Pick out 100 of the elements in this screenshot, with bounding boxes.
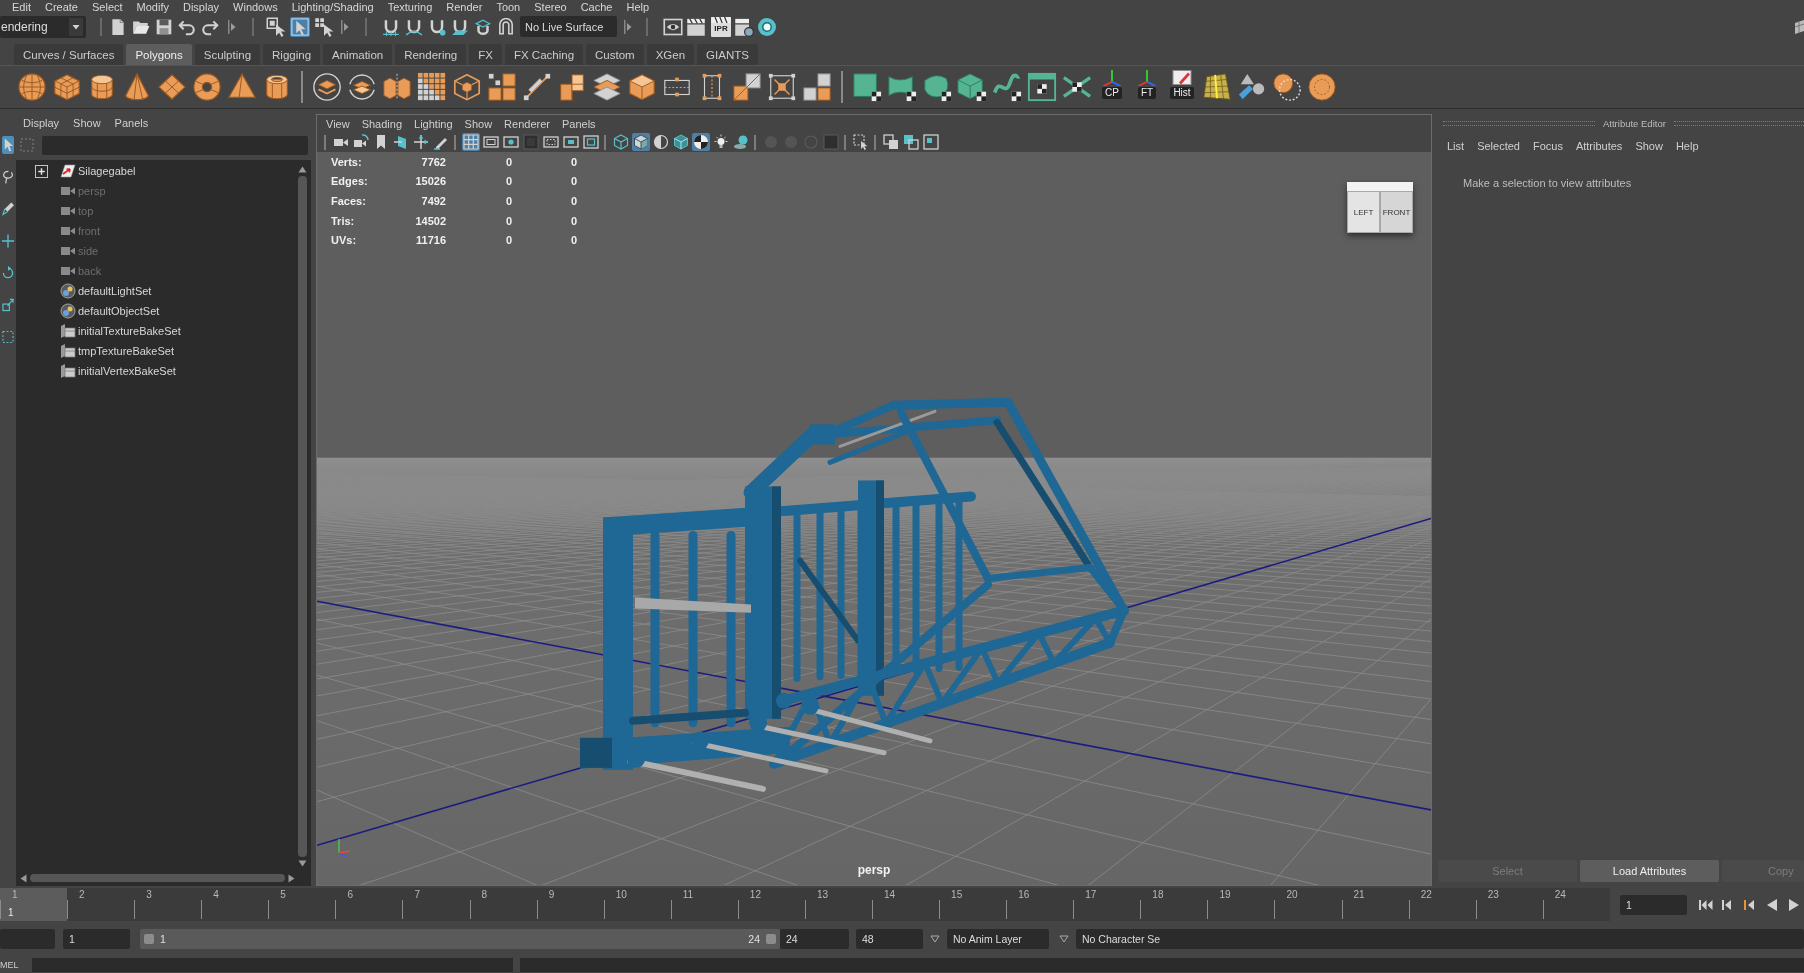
magnet-point-icon[interactable] <box>428 17 446 36</box>
labeled-tool-button[interactable]: Hist <box>1167 69 1197 105</box>
scrollbar-thumb[interactable] <box>30 874 285 882</box>
shaded-cube-icon[interactable] <box>632 133 650 151</box>
grid-cube-icon[interactable] <box>1794 18 1804 35</box>
menu-item[interactable]: Stereo <box>534 0 567 13</box>
menu-item[interactable]: Focus <box>1532 140 1563 152</box>
blob-icon[interactable] <box>922 72 952 102</box>
square-checker-icon[interactable] <box>852 72 882 102</box>
light-bulb-icon[interactable] <box>712 133 730 151</box>
magnet-curve-icon[interactable] <box>405 17 423 36</box>
mirrored-boxes-icon[interactable] <box>382 72 412 102</box>
animation-end-field[interactable]: 48 <box>856 929 923 949</box>
tile-stairs-icon[interactable] <box>487 72 517 102</box>
menu-item[interactable]: Display <box>23 117 60 129</box>
menu-item[interactable]: List <box>1447 140 1465 152</box>
outliner-item[interactable]: tmpTextureBakeSet <box>78 345 174 357</box>
dashed-circle-icon[interactable] <box>1272 72 1302 102</box>
menu-item[interactable]: Windows <box>233 0 278 13</box>
magnet-icon[interactable] <box>497 17 515 36</box>
wireframe-cube-icon[interactable] <box>612 133 630 151</box>
menu-item[interactable]: Select <box>92 0 123 13</box>
sphere-icon[interactable] <box>17 72 47 102</box>
half-circle-icon[interactable] <box>652 133 670 151</box>
menu-item[interactable]: Toon <box>496 0 521 13</box>
shadow-sphere-icon[interactable] <box>732 133 750 151</box>
scroll-up-icon[interactable] <box>298 166 307 173</box>
collapse-arrow-icon[interactable] <box>341 18 349 35</box>
grid-cursor-icon[interactable] <box>314 16 334 37</box>
menu-item[interactable]: Panels <box>561 117 596 130</box>
menu-item[interactable]: Display <box>183 0 220 13</box>
magnet-plane-icon[interactable] <box>451 17 469 36</box>
menu-item[interactable]: Show <box>464 117 493 130</box>
outliner-item[interactable]: defaultLightSet <box>78 285 152 297</box>
clapper-icon[interactable] <box>711 16 731 23</box>
end-frame-field[interactable]: 24 <box>780 929 849 949</box>
expand-icon[interactable] <box>35 164 48 178</box>
clapper-circle-icon[interactable] <box>734 16 754 37</box>
ring-icon[interactable] <box>757 16 777 37</box>
shelf-tab[interactable]: Custom <box>586 44 644 66</box>
shelf-tab[interactable]: Sculpting <box>194 44 261 66</box>
axes-icon[interactable] <box>1136 69 1158 86</box>
split-layers-icon[interactable] <box>347 72 377 102</box>
shapes-icon[interactable] <box>1237 72 1267 102</box>
menu-item[interactable]: Help <box>1675 140 1699 152</box>
move-arrows-icon[interactable] <box>412 133 430 151</box>
solid-cube-icon[interactable] <box>672 133 690 151</box>
shelf-tab[interactable]: GIANTS <box>697 44 758 66</box>
dashed-frame-icon[interactable] <box>542 133 560 151</box>
menu-item[interactable]: View <box>326 117 350 130</box>
labeled-tool-button[interactable]: FT <box>1132 69 1162 105</box>
menu-item[interactable]: Show <box>1635 140 1663 152</box>
scale-icon[interactable] <box>2 296 14 314</box>
frame-bar-icon[interactable] <box>562 133 580 151</box>
live-surface-field[interactable]: No Live Surface <box>520 16 617 37</box>
pencil-note-icon[interactable] <box>1171 69 1193 86</box>
menu-item[interactable]: Renderer <box>504 117 550 130</box>
menu-item[interactable]: Lighting <box>414 117 453 130</box>
menu-item[interactable]: Modify <box>136 0 169 13</box>
ipr-render-button[interactable]: IPR <box>711 16 731 37</box>
arrow-icon[interactable] <box>2 136 14 154</box>
diamond-icon[interactable] <box>157 72 187 102</box>
three-squares-icon[interactable] <box>802 72 832 102</box>
range-handle[interactable] <box>144 934 154 944</box>
grid-icon[interactable] <box>462 133 480 151</box>
panel-grip[interactable] <box>1673 120 1804 126</box>
panel-button[interactable]: Load Attributes <box>1580 860 1719 882</box>
caret-icon[interactable] <box>69 17 83 36</box>
menu-item[interactable]: Lighting/Shading <box>291 0 374 13</box>
wave-icon[interactable] <box>992 72 1022 102</box>
two-panels-icon[interactable] <box>882 133 900 151</box>
outliner-item[interactable]: Silagegabel <box>78 165 136 177</box>
shelf-tab[interactable]: Rigging <box>263 44 321 66</box>
menu-item[interactable]: Cache <box>580 0 613 13</box>
grid-quad-icon[interactable] <box>1202 72 1232 102</box>
command-field[interactable] <box>32 958 513 972</box>
new-file-icon[interactable] <box>109 17 127 36</box>
start-frame-field[interactable]: 1 <box>63 929 130 949</box>
shelf-tab[interactable]: FX <box>469 44 502 66</box>
clapper-icon[interactable] <box>686 16 706 37</box>
menu-item[interactable]: Help <box>626 0 650 13</box>
outliner-item[interactable]: initialTextureBakeSet <box>78 325 181 337</box>
shelf-tab[interactable]: Polygons <box>126 44 192 66</box>
target-square-icon[interactable] <box>767 72 797 102</box>
cube-checker-icon[interactable] <box>957 72 987 102</box>
layers-circle-icon[interactable] <box>312 72 342 102</box>
dashed-box-icon[interactable] <box>2 328 14 346</box>
time-slider[interactable]: 1 1 2 3 4 5 6 7 8 9 10 11 12 13 14 15 16 17 18 19 20 21 22 23 24 <box>0 888 1610 921</box>
menu-item[interactable]: Render <box>446 0 483 13</box>
frame-box-icon[interactable] <box>582 133 600 151</box>
menu-set-dropdown[interactable]: endering <box>0 15 86 38</box>
range-handle[interactable] <box>766 934 776 944</box>
menu-item[interactable]: Create <box>44 0 78 13</box>
lasso-icon[interactable] <box>2 168 14 186</box>
menu-item[interactable]: Attributes <box>1575 140 1623 152</box>
dashed-box-cursor-icon[interactable] <box>852 133 870 151</box>
view-cube-face[interactable]: LEFT <box>1347 191 1380 233</box>
cone-icon[interactable] <box>122 72 152 102</box>
anim-layer-field[interactable]: No Anim Layer <box>947 929 1049 949</box>
menu-item[interactable]: Show <box>73 117 101 129</box>
